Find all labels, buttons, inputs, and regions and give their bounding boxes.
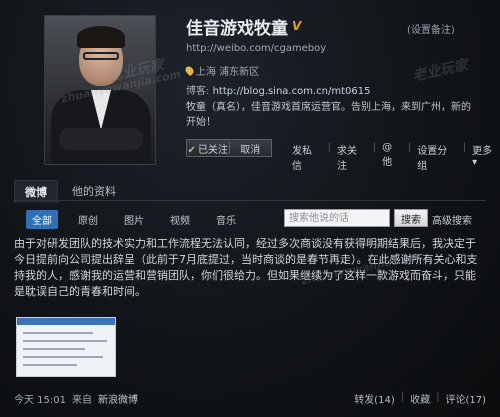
blog-link[interactable]: http://blog.sina.com.cn/mt0615	[213, 86, 371, 97]
source-prefix: 来自	[72, 395, 92, 406]
unfollow-button[interactable]: 取消	[230, 141, 272, 156]
divider: |	[400, 391, 405, 402]
advanced-search-link[interactable]: 高级搜索	[432, 212, 472, 227]
tab-divider	[14, 200, 486, 201]
repost-button[interactable]: 转发(14)	[354, 391, 395, 406]
set-remark-link[interactable]: (设置备注)	[407, 21, 455, 36]
name-row: 佳音游戏牧童 V	[186, 15, 301, 39]
filter-original[interactable]: 原创	[72, 210, 104, 229]
followed-label: 已关注	[197, 144, 228, 156]
profile-page: 佳音游戏牧童 V (设置备注) http://weibo.com/cgamebo…	[0, 0, 500, 417]
send-message-link[interactable]: 发私信	[292, 142, 322, 172]
filter-images[interactable]: 图片	[118, 210, 150, 229]
search-button[interactable]: 搜索	[394, 209, 428, 227]
divider: |	[327, 142, 332, 153]
filter-music[interactable]: 音乐	[210, 210, 242, 229]
feed-filters: 全部 原创 图片 视频 音乐	[26, 210, 242, 229]
favorite-button[interactable]: 收藏	[410, 391, 430, 406]
filter-videos[interactable]: 视频	[164, 210, 196, 229]
mention-link[interactable]: @他	[382, 142, 402, 172]
post-stats: 转发(14) | 收藏 | 评论(17)	[354, 391, 486, 406]
avatar-arms	[59, 128, 143, 150]
filter-all[interactable]: 全部	[26, 210, 58, 229]
search-input[interactable]	[284, 209, 390, 227]
thumbnail-header	[17, 318, 115, 325]
thumbnail-line	[23, 364, 77, 366]
divider: |	[372, 142, 377, 153]
blog-label: 博客:	[186, 86, 210, 97]
avatar-glasses	[83, 52, 119, 60]
post-text: 由于对研发团队的技术实力和工作流程无法认同，经过多次商谈没有获得明期结果后，我决…	[14, 237, 478, 298]
blog-row: 博客: http://blog.sina.com.cn/mt0615	[186, 82, 370, 97]
request-follow-link[interactable]: 求关注	[337, 142, 367, 172]
weibo-url[interactable]: http://weibo.com/cgameboy	[186, 43, 326, 54]
thumbnail-line	[23, 332, 93, 334]
comment-button[interactable]: 评论(17)	[445, 391, 486, 406]
chevron-down-icon: ▾	[472, 157, 478, 168]
more-label: 更多	[472, 146, 493, 157]
location: 上海 浦东新区	[183, 63, 260, 78]
profile-actions: 发私信 | 求关注 | @他 | 设置分组 | 更多 ▾	[292, 142, 500, 172]
divider: |	[436, 391, 440, 402]
thumbnail-line	[23, 340, 107, 342]
watermark: 老业玩家	[411, 57, 470, 85]
profile-bio: 牧童（真名），佳音游戏首席运营官。告别上海，来到广州，新的开始！	[186, 102, 471, 128]
post-source-link[interactable]: 新浪微博	[98, 391, 138, 406]
divider: |	[407, 142, 412, 153]
thumbnail-line	[23, 356, 103, 358]
follow-status-button: ✔ 已关注 取消	[186, 139, 272, 157]
profile-name: 佳音游戏牧童	[186, 18, 288, 39]
more-menu[interactable]: 更多 ▾	[472, 142, 500, 172]
post-meta: 今天 15:01 来自 新浪微博	[14, 391, 138, 406]
followed-button[interactable]: ✔ 已关注	[187, 141, 229, 156]
check-icon: ✔	[187, 144, 196, 156]
thumbnail-line	[23, 348, 85, 350]
location-pin-icon	[183, 64, 196, 77]
avatar-hair	[77, 26, 125, 48]
set-group-link[interactable]: 设置分组	[417, 142, 457, 172]
verified-icon[interactable]: V	[292, 19, 301, 33]
post-image-thumbnail[interactable]	[16, 317, 116, 377]
post-time[interactable]: 今天 15:01	[14, 391, 66, 406]
divider: |	[462, 142, 467, 153]
location-text: 上海 浦东新区	[196, 67, 260, 78]
